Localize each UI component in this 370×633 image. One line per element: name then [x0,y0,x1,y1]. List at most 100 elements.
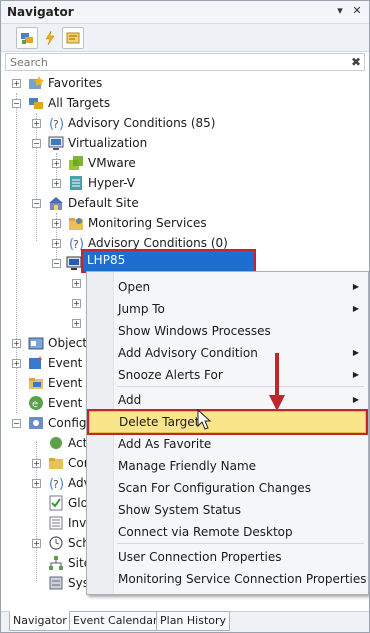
expand-icon[interactable]: + [12,79,21,88]
expand-icon[interactable]: + [52,159,61,168]
expand-icon[interactable]: + [72,319,81,328]
notes-button[interactable] [62,27,84,49]
computer-icon [66,256,82,270]
tab-event-calendar[interactable]: Event Calendar [69,611,162,631]
menu-item-jump-to[interactable]: Jump To ▶ [87,298,368,320]
expand-icon[interactable]: + [52,239,61,248]
menu-item-monitoring-service-connection-properties[interactable]: Monitoring Service Connection Properties [87,568,368,590]
all-targets-icon [29,98,43,109]
svg-text:): ) [59,117,64,131]
vmware-icon [69,156,83,170]
expand-icon[interactable]: + [12,359,21,368]
tree-node-sch[interactable]: + Sch [1,533,90,553]
tree-node-monitoring-services[interactable]: + Monitoring Services [1,213,361,233]
expand-icon[interactable]: + [32,479,41,488]
expand-icon[interactable]: + [32,459,41,468]
tree-node-adv[interactable]: + (?) Adv [1,473,91,493]
favorites-icon [29,76,44,89]
menu-item-label: User Connection Properties [118,550,282,564]
tree-node-advisory-conditions-site[interactable]: + (?) Advisory Conditions (0) [1,233,361,253]
expand-icon[interactable]: + [52,179,61,188]
menu-item-add-advisory-condition[interactable]: Add Advisory Condition ▶ [87,342,368,364]
tree-node-vmware[interactable]: + VMware [1,153,361,173]
targets-view-icon [21,33,33,44]
menu-item-show-system-status[interactable]: Show System Status [87,499,368,521]
navigator-panel: Navigator ▾ ✕ ✖ [0,0,370,633]
expand-icon[interactable]: + [12,339,21,348]
panel-title: Navigator [7,5,74,19]
close-icon[interactable]: ✕ [350,4,364,18]
tree-node-favorites[interactable]: + Favorites [1,73,361,93]
annotation-arrow-icon [269,353,285,411]
tree-node-label: Config [48,416,87,430]
tree-node-site[interactable]: Site [1,553,91,573]
tree-node-advisory-conditions[interactable]: + (?) Advisory Conditions (85) [1,113,361,133]
collapse-icon[interactable]: − [12,99,21,108]
menu-item-open[interactable]: Open ▶ [87,276,368,298]
tree-node-all-targets[interactable]: − All Targets [1,93,361,113]
tree-node-lhp85-expander: − [1,253,83,273]
collapse-icon[interactable]: − [32,139,41,148]
menu-item-scan-for-configuration-changes[interactable]: Scan For Configuration Changes [87,477,368,499]
tree-node-sys[interactable]: Sys [1,573,89,593]
tree-node-event-c[interactable]: + Event C [1,353,95,373]
tab-plan-history[interactable]: Plan History [156,611,231,631]
expand-icon[interactable]: + [72,299,81,308]
tree-node-label: VMware [88,156,136,170]
menu-item-label: Show System Status [118,503,241,517]
menu-item-snooze-alerts-for[interactable]: Snooze Alerts For ▶ [87,364,368,387]
navigator-titlebar: Navigator ▾ ✕ [1,1,369,24]
collapse-icon[interactable]: − [12,419,21,428]
menu-item-delete-target[interactable]: Delete Target [87,409,368,435]
collapse-icon[interactable]: − [32,199,41,208]
menu-item-label: Show Windows Processes [118,324,271,338]
tab-navigator[interactable]: Navigator [9,611,71,631]
tree-node-acti[interactable]: Acti [1,433,91,453]
menu-item-add[interactable]: Add ▶ [87,389,368,411]
tree-node-hyperv[interactable]: + Hyper-V [1,173,361,193]
clear-search-icon[interactable]: ✖ [351,54,361,70]
tree-node-default-site[interactable]: − Default Site [1,193,361,213]
selected-target-label: LHP85 [87,253,126,267]
search-box: ✖ [5,53,365,71]
tree-node-glo[interactable]: Glo [1,493,88,513]
tree-node-event-a[interactable]: e Event a [1,393,94,413]
search-input[interactable] [6,54,340,70]
menu-item-label: Monitoring Service Connection Properties [118,572,367,586]
submenu-arrow-icon: ▶ [352,370,359,379]
menu-item-label: Open [118,280,151,294]
menu-item-connect-via-remote-desktop[interactable]: Connect via Remote Desktop [87,521,368,544]
tree-node-object[interactable]: + Object [1,333,87,353]
menu-item-label: Add As Favorite [118,437,212,451]
inventory-icon [49,516,63,530]
advisory-condition-icon: (?) [49,117,64,131]
context-menu: Open ▶ Jump To ▶ Show Windows Processes … [86,271,369,595]
tree-node-virtualization[interactable]: − Virtualization [1,133,361,153]
expand-icon[interactable]: + [52,219,61,228]
tree-node-inve[interactable]: Inve [1,513,94,533]
site-icon [49,197,63,210]
navigator-toolbar [1,24,369,52]
expand-icon[interactable]: + [32,119,41,128]
expand-icon[interactable]: + [32,539,41,548]
tree-node-config[interactable]: − Config [1,413,87,433]
tree-node-label: Virtualization [68,136,148,150]
tree-node-label: Default Site [68,196,139,210]
tree-node-con[interactable]: + Con [1,453,91,473]
menu-item-show-windows-processes[interactable]: Show Windows Processes [87,320,368,342]
submenu-arrow-icon: ▶ [352,348,359,357]
targets-view-button[interactable] [16,27,38,49]
collapse-icon[interactable]: − [52,259,61,268]
alerts-button[interactable] [39,27,61,49]
tree-node-event-c-2[interactable]: Event C [1,373,95,393]
tree-node-label: Hyper-V [88,176,136,190]
menu-item-user-connection-properties[interactable]: User Connection Properties [87,546,368,568]
menu-item-label: Scan For Configuration Changes [118,481,311,495]
pin-dropdown-icon[interactable]: ▾ [333,4,347,18]
svg-text:): ) [79,237,84,251]
menu-item-manage-friendly-name[interactable]: Manage Friendly Name [87,455,368,477]
tree-node-lhp85[interactable]: LHP85 [81,249,256,273]
system-icon [49,576,63,590]
expand-icon[interactable]: + [72,279,81,288]
menu-item-add-as-favorite[interactable]: Add As Favorite [87,433,368,455]
